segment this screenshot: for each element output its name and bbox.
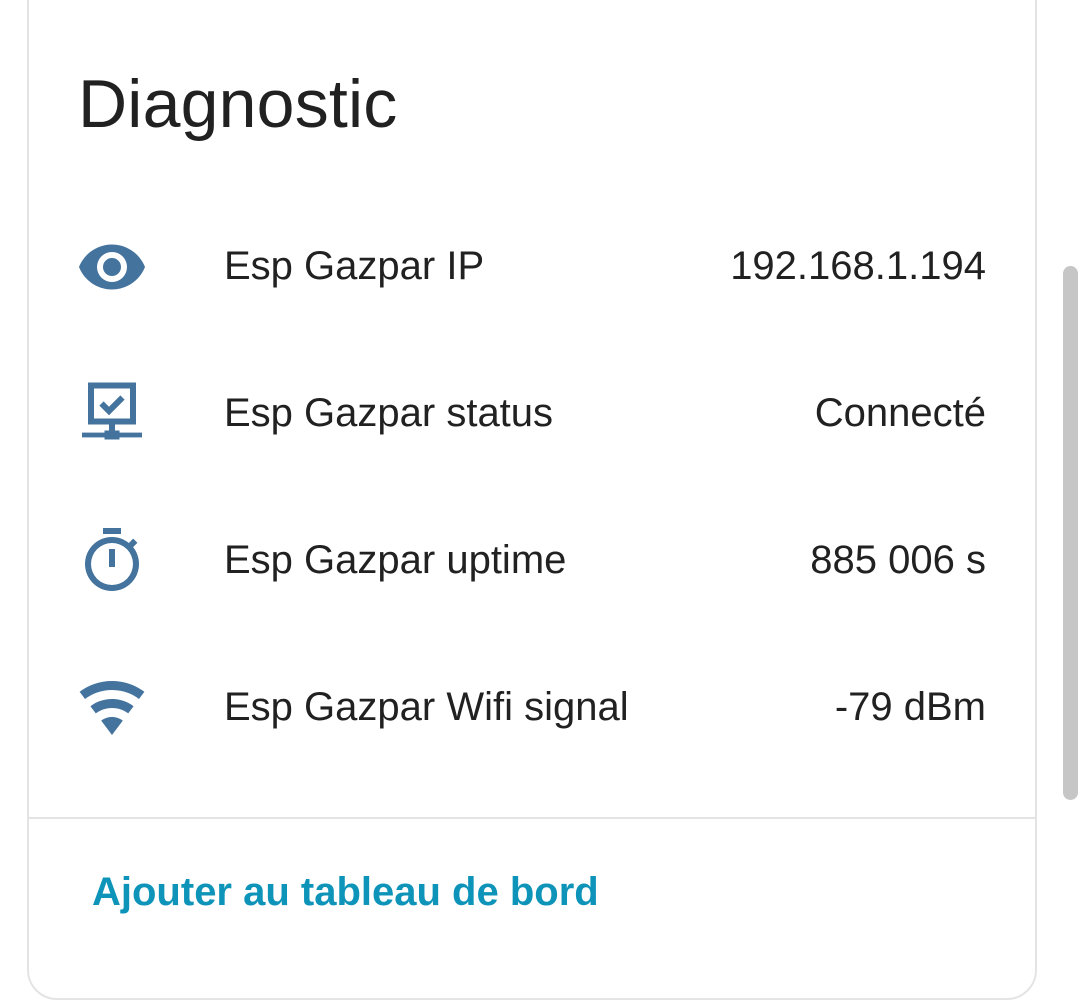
- entity-value: -79 dBm: [834, 685, 986, 729]
- entity-label: Esp Gazpar status: [224, 391, 554, 435]
- eye-icon: [76, 231, 148, 303]
- timer-icon: [76, 525, 148, 597]
- card-title: Diagnostic: [78, 66, 398, 142]
- entity-value: Connecté: [814, 391, 986, 435]
- entity-label: Esp Gazpar uptime: [224, 538, 567, 582]
- entity-value: 885 006 s: [810, 538, 986, 582]
- add-to-dashboard-button[interactable]: Ajouter au tableau de bord: [92, 864, 599, 920]
- entity-label: Esp Gazpar IP: [224, 244, 485, 288]
- card-divider: [28, 817, 1036, 819]
- entity-row-ip[interactable]: Esp Gazpar IP 192.168.1.194: [28, 211, 1036, 321]
- entity-row-uptime[interactable]: Esp Gazpar uptime 885 006 s: [28, 505, 1036, 615]
- diagnostic-card: [27, 0, 1037, 1000]
- entity-value: 192.168.1.194: [730, 244, 986, 288]
- entity-row-wifi[interactable]: Esp Gazpar Wifi signal -79 dBm: [28, 652, 1036, 762]
- entity-row-status[interactable]: Esp Gazpar status Connecté: [28, 358, 1036, 468]
- network-check-icon: [76, 378, 148, 450]
- wifi-icon: [76, 672, 148, 744]
- scrollbar-thumb[interactable]: [1063, 266, 1078, 800]
- entity-label: Esp Gazpar Wifi signal: [224, 685, 629, 729]
